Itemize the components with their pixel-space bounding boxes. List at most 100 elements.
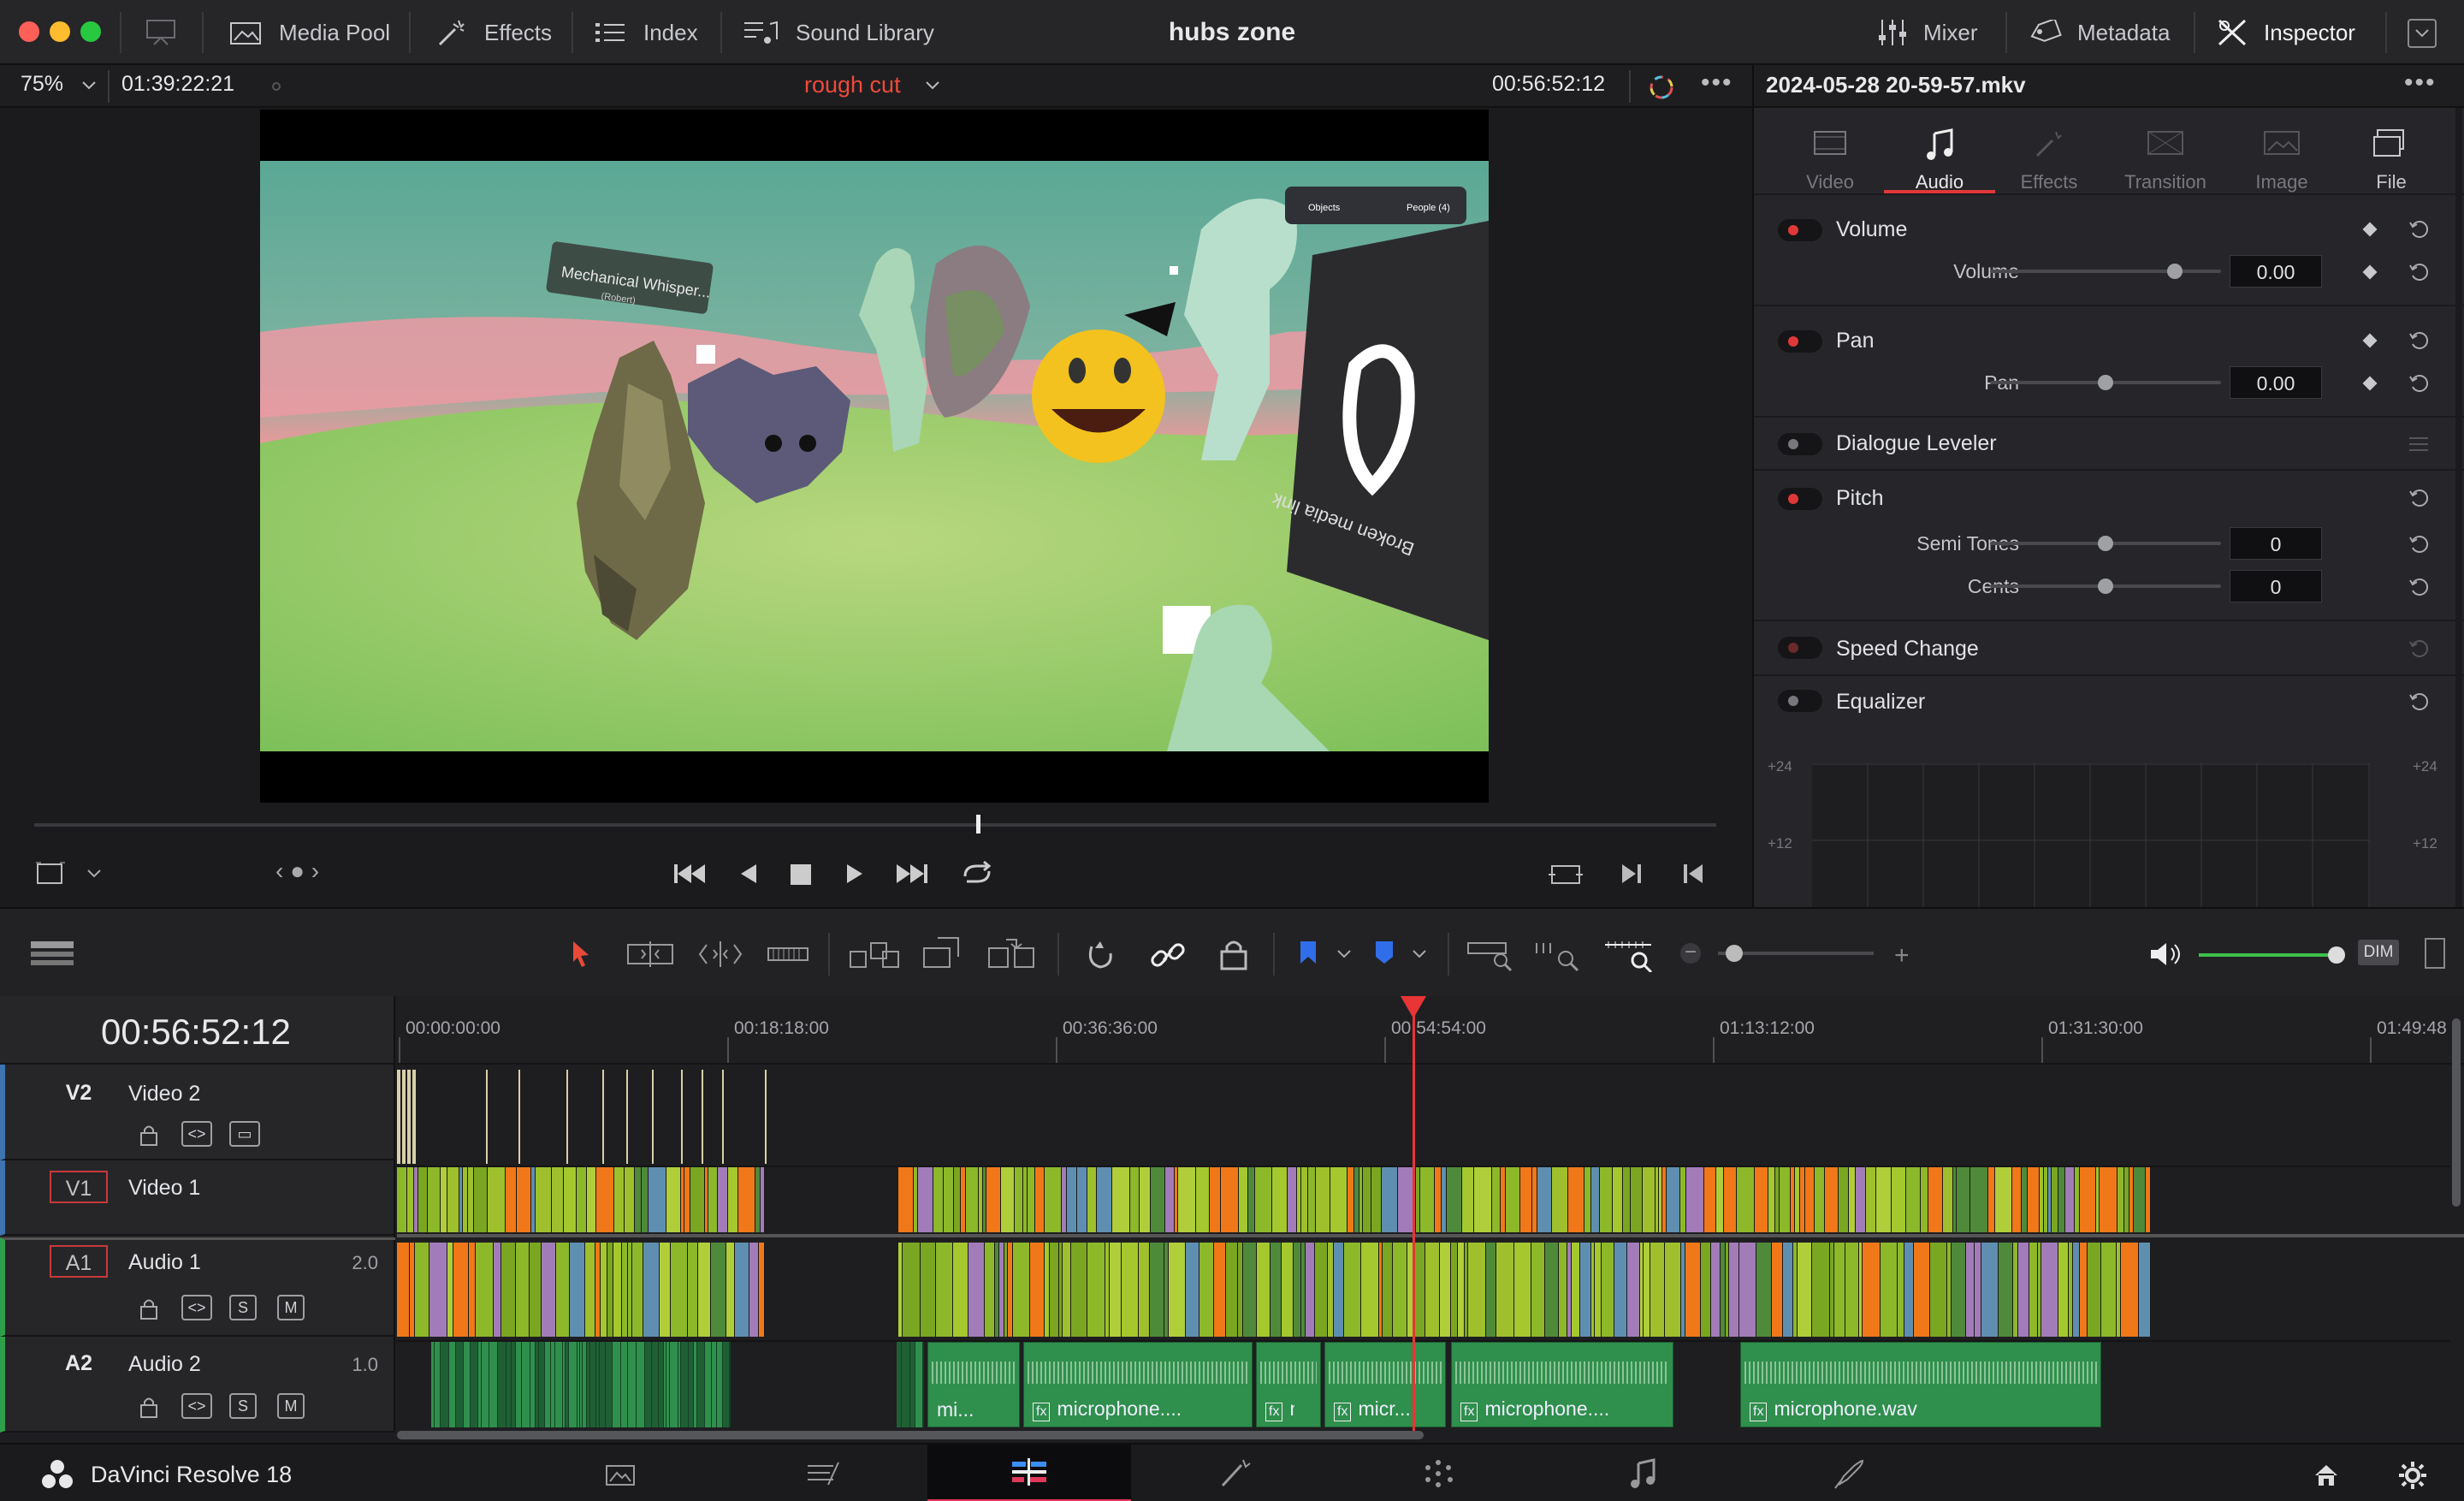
- edit-page-button[interactable]: [927, 1445, 1131, 1501]
- timeline-clip[interactable]: [652, 1070, 654, 1164]
- tab-image[interactable]: Image: [2226, 116, 2337, 202]
- playhead-handle-icon[interactable]: [1401, 996, 1427, 1018]
- match-frame-icon[interactable]: [1547, 859, 1584, 888]
- flag-chevron-icon[interactable]: [1336, 948, 1352, 960]
- timeline-clip[interactable]: [1815, 1167, 1825, 1232]
- timeline-clip[interactable]: [1602, 1243, 1614, 1337]
- timeline-clip[interactable]: [1943, 1167, 1953, 1232]
- timeline-clip[interactable]: [441, 1342, 449, 1427]
- timeline-clip[interactable]: [1680, 1167, 1686, 1232]
- timeline-clip[interactable]: [1382, 1167, 1398, 1232]
- timeline-clip[interactable]: [761, 1167, 765, 1232]
- timeline-clip[interactable]: [1097, 1167, 1112, 1232]
- timeline-clip[interactable]: [1468, 1243, 1486, 1337]
- timeline-clip[interactable]: [415, 1243, 429, 1337]
- timeline-clip[interactable]: [2073, 1243, 2080, 1337]
- timeline-clip[interactable]: [2146, 1167, 2151, 1232]
- timeline-clip[interactable]: [1514, 1243, 1531, 1337]
- timeline-clip[interactable]: [2134, 1167, 2146, 1232]
- auto-select-a1-icon[interactable]: <>: [181, 1295, 212, 1320]
- marker-icon[interactable]: [1372, 940, 1396, 967]
- timeline-clip[interactable]: [1650, 1243, 1665, 1337]
- pan-toggle[interactable]: [1778, 330, 1822, 353]
- timeline-clip[interactable]: [1825, 1167, 1839, 1232]
- fusion-page-button[interactable]: [1133, 1445, 1336, 1501]
- timeline-clip[interactable]: [397, 1167, 407, 1232]
- timeline-clip[interactable]: [516, 1342, 522, 1427]
- timeline-clip[interactable]: [1112, 1167, 1130, 1232]
- timeline-clip[interactable]: [1122, 1243, 1139, 1337]
- timeline-clip[interactable]: [1988, 1167, 1995, 1232]
- color-sync-icon[interactable]: [1646, 72, 1677, 101]
- tab-video[interactable]: Video: [1774, 116, 1886, 202]
- timeline-clip[interactable]: [1704, 1167, 1716, 1232]
- timeline-clip[interactable]: [468, 1167, 474, 1232]
- timeline-clip[interactable]: [670, 1342, 678, 1427]
- timeline-clip[interactable]: [1591, 1167, 1600, 1232]
- speed-change-reset-icon[interactable]: [2408, 637, 2430, 659]
- timeline-clip[interactable]: [898, 1167, 914, 1232]
- timeline-clip[interactable]: [625, 1167, 635, 1232]
- timeline-clip[interactable]: [577, 1167, 587, 1232]
- viewer-zoom[interactable]: 75%: [21, 72, 63, 97]
- blade-tool-icon[interactable]: [767, 943, 809, 965]
- timeline-clip[interactable]: [1584, 1167, 1591, 1232]
- track-lane-v1[interactable]: [397, 1166, 2450, 1232]
- zoom-out-button[interactable]: −: [1680, 942, 1701, 964]
- timeline-clip[interactable]: [1393, 1243, 1407, 1337]
- lock-track-v2-icon[interactable]: [139, 1123, 159, 1147]
- timeline-clip[interactable]: [1812, 1243, 1830, 1337]
- timeline-clip[interactable]: [1863, 1243, 1881, 1337]
- timeline-clip[interactable]: [637, 1342, 645, 1427]
- solo-a1-button[interactable]: S: [229, 1295, 257, 1320]
- audio-meter-toggle[interactable]: [2425, 938, 2445, 969]
- timeline-clip[interactable]: [1344, 1243, 1361, 1337]
- track-header-v2[interactable]: V2 Video 2 <> ▭: [0, 1065, 395, 1160]
- timeline-horizontal-scrollbar[interactable]: [397, 1431, 1424, 1439]
- timeline-clip[interactable]: [1520, 1167, 1532, 1232]
- timeline-clip[interactable]: [1486, 1243, 1496, 1337]
- timeline-clip[interactable]: [1425, 1243, 1440, 1337]
- equalizer-toggle[interactable]: [1778, 690, 1822, 712]
- next-edit-icon[interactable]: [1619, 861, 1644, 887]
- timeline-clip[interactable]: [1226, 1243, 1238, 1337]
- dim-button[interactable]: DIM: [2358, 940, 2399, 965]
- timeline-clip[interactable]: [449, 1342, 456, 1427]
- timeline-clip[interactable]: [606, 1342, 613, 1427]
- timeline-clip[interactable]: [1665, 1243, 1681, 1337]
- timeline-clip[interactable]: [1383, 1243, 1393, 1337]
- close-window-button[interactable]: [19, 21, 39, 42]
- track-id-a1[interactable]: A1: [50, 1245, 108, 1278]
- timeline-clip[interactable]: [486, 1070, 488, 1164]
- timeline-clip[interactable]: [1440, 1243, 1451, 1337]
- timeline-clip[interactable]: [936, 1243, 953, 1337]
- volume-value-field[interactable]: 0.00: [2230, 255, 2322, 288]
- timeline-clip[interactable]: [489, 1342, 498, 1427]
- timeline-clip[interactable]: [590, 1342, 596, 1427]
- timeline-clip[interactable]: [1856, 1167, 1866, 1232]
- timeline-clip[interactable]: [1420, 1167, 1435, 1232]
- timeline-clip[interactable]: [1737, 1167, 1755, 1232]
- effects-button[interactable]: Effects: [435, 0, 552, 65]
- timeline-clip[interactable]: [517, 1167, 531, 1232]
- inspector-options-icon[interactable]: •••: [2404, 68, 2437, 98]
- timeline-clip[interactable]: [1845, 1243, 1859, 1337]
- timeline-clip[interactable]: [688, 1243, 698, 1337]
- timeline-clip[interactable]: [1334, 1243, 1344, 1337]
- timeline-clip[interactable]: [2139, 1243, 2151, 1337]
- zoom-slider-knob[interactable]: [1726, 945, 1744, 962]
- timeline-clip[interactable]: [1001, 1167, 1015, 1232]
- timeline-clip[interactable]: [1330, 1167, 1348, 1232]
- zoom-detail-icon[interactable]: [1535, 938, 1583, 972]
- timeline-clip[interactable]: [698, 1243, 711, 1337]
- timeline-clip[interactable]: [536, 1167, 552, 1232]
- timeline-clip[interactable]: [1050, 1243, 1059, 1337]
- timeline-clip[interactable]: [1701, 1243, 1711, 1337]
- cents-slider[interactable]: [1990, 578, 2221, 594]
- volume-param-reset-icon[interactable]: [2408, 260, 2430, 282]
- timeline-clip[interactable]: [1914, 1243, 1930, 1337]
- timeline-clip[interactable]: [1196, 1167, 1210, 1232]
- timeline-clip[interactable]: [1552, 1167, 1568, 1232]
- timeline-clip[interactable]: [1755, 1167, 1768, 1232]
- timeline-clip[interactable]: [471, 1342, 478, 1427]
